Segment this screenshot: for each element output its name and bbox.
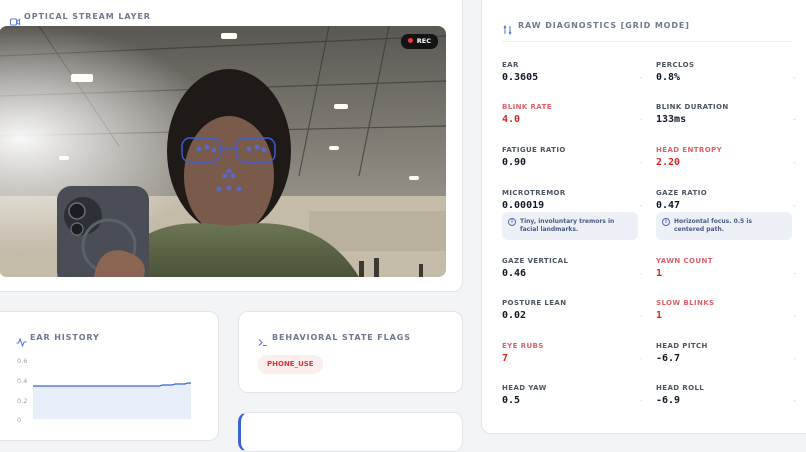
optical-stream-title: OPTICAL STREAM LAYER [24, 12, 151, 21]
metric-eye-rubs: EYE RUBS 7 - [502, 342, 642, 364]
info-microtremor: i Tiny, involuntary tremors in facial la… [502, 212, 638, 240]
ear-history-title: EAR HISTORY [30, 333, 100, 342]
title-divider [502, 41, 792, 42]
behavioral-flags-card: BEHAVIORAL STATE FLAGS PHONE_USE [238, 311, 463, 393]
info-gaze-ratio: i Horizontal focus. 0.5 is centered path… [656, 212, 792, 240]
activity-icon [16, 332, 27, 351]
metric-blink-duration: BLINK DURATION 133ms - [656, 103, 796, 125]
metric-gaze-ratio: GAZE RATIO 0.47 - [656, 189, 796, 211]
rec-dot-icon [407, 38, 413, 43]
info-icon: i [508, 218, 516, 226]
metric-yawn-count: YAWN COUNT 1 - [656, 257, 796, 279]
ear-area-fill [33, 383, 191, 419]
metric-ear: EAR 0.3605 - [502, 61, 642, 83]
terminal-icon [258, 332, 268, 351]
y-tick-label: 0.4 [17, 377, 28, 385]
metric-posture-lean: POSTURE LEAN 0.02 - [502, 299, 642, 321]
optical-stream-card: OPTICAL STREAM LAYER REC [0, 0, 463, 292]
y-tick-label: 0 [17, 416, 22, 424]
behavioral-flags-title: BEHAVIORAL STATE FLAGS [272, 333, 411, 342]
info-icon: i [662, 218, 670, 226]
camera-feed: REC [0, 26, 446, 277]
raw-diagnostics-card: RAW DIAGNOSTICS [GRID MODE] EAR 0.3605 -… [481, 0, 806, 434]
metric-head-roll: HEAD ROLL -6.9 - [656, 384, 796, 406]
metric-slow-blinks: SLOW BLINKS 1 - [656, 299, 796, 321]
y-tick-label: 0.6 [17, 357, 28, 365]
ear-history-card: EAR HISTORY 0.6 0.4 0.2 0 [0, 311, 219, 441]
rec-indicator: REC [400, 34, 438, 49]
metric-fatigue-ratio: FATIGUE RATIO 0.90 - [502, 146, 642, 168]
ear-history-chart [33, 382, 191, 419]
sliders-icon [503, 20, 512, 39]
metric-microtremor: MICROTREMOR 0.00019 - [502, 189, 642, 211]
metric-blink-rate: BLINK RATE 4.0 - [502, 103, 642, 125]
metric-perclos: PERCLOS 0.8% - [656, 61, 796, 83]
metric-gaze-vertical: GAZE VERTICAL 0.46 - [502, 257, 642, 279]
metric-head-entropy: HEAD ENTROPY 2.20 - [656, 146, 796, 168]
metric-head-yaw: HEAD YAW 0.5 - [502, 384, 642, 406]
raw-diagnostics-title: RAW DIAGNOSTICS [GRID MODE] [518, 21, 690, 30]
ear-series-line [33, 382, 191, 387]
flag-phone-use: PHONE_USE [258, 355, 323, 374]
metric-head-pitch: HEAD PITCH -6.7 - [656, 342, 796, 364]
next-panel-card [238, 412, 463, 452]
y-tick-label: 0.2 [17, 397, 28, 405]
rec-label: REC [416, 37, 431, 45]
